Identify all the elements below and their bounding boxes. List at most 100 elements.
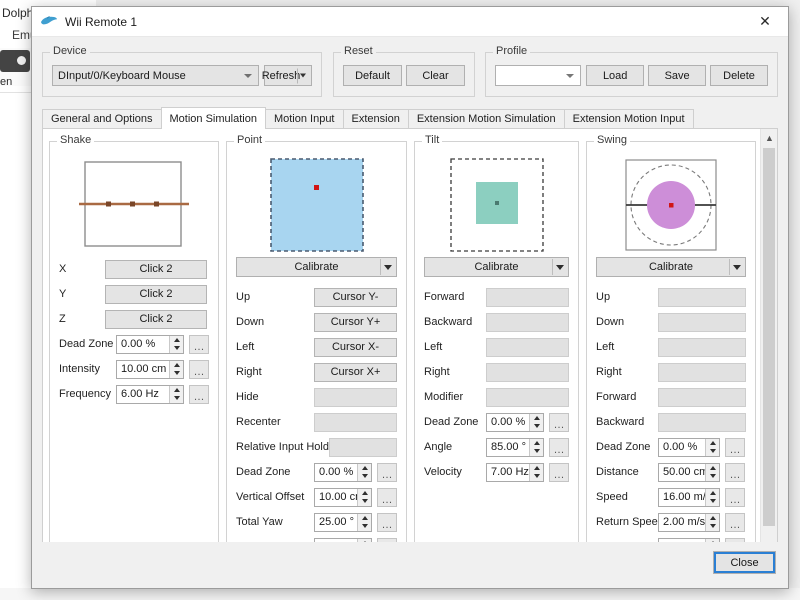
swing-calibrate-button[interactable]: Calibrate — [596, 257, 746, 277]
swing-forward-input[interactable] — [658, 387, 746, 407]
swing-left-input[interactable] — [658, 337, 746, 357]
tilt-right-input[interactable] — [486, 362, 569, 382]
point-total-yaw-more-button[interactable]: … — [377, 512, 397, 532]
dialog-titlebar[interactable]: Wii Remote 1 ✕ — [32, 7, 788, 37]
tilt-left-input[interactable] — [486, 337, 569, 357]
tab-extension-motion-simulation[interactable]: Extension Motion Simulation — [407, 109, 565, 128]
spinner-arrows-icon[interactable] — [529, 463, 543, 481]
tilt-velocity-more-button[interactable]: … — [549, 462, 569, 482]
swing-distance-spinner[interactable]: 50.00 cm — [658, 462, 720, 482]
close-button[interactable]: Close — [713, 551, 776, 574]
swing-return-speed-spinner[interactable]: 2.00 m/s — [658, 512, 720, 532]
chevron-down-icon[interactable] — [380, 259, 395, 275]
swing-distance-more-button[interactable]: … — [725, 462, 745, 482]
point-dead-zone-more-button[interactable]: … — [377, 462, 397, 482]
save-profile-button[interactable]: Save — [648, 65, 707, 86]
swing-dead-zone-more-button[interactable]: … — [725, 437, 745, 457]
spinner-arrows-icon[interactable] — [357, 463, 371, 481]
spinner-arrows-icon[interactable] — [705, 488, 719, 506]
point-calibrate-button[interactable]: Calibrate — [236, 257, 397, 277]
tilt-modifier-input[interactable] — [486, 387, 569, 407]
swing-backward-input[interactable] — [658, 412, 746, 432]
tab-motion-simulation[interactable]: Motion Simulation — [160, 107, 266, 129]
tab-extension-motion-input[interactable]: Extension Motion Input — [563, 109, 694, 128]
point-up-button[interactable]: Cursor Y- — [314, 287, 397, 307]
shake-y-button[interactable]: Click 2 — [105, 284, 207, 304]
tilt-visualizer[interactable] — [424, 153, 569, 257]
spinner-arrows-icon[interactable] — [529, 438, 543, 456]
point-recenter-input[interactable] — [314, 412, 397, 432]
point-dead-zone-spinner[interactable]: 0.00 % — [314, 462, 372, 482]
point-total-yaw-spinner[interactable]: 25.00 ° — [314, 512, 372, 532]
shake-dead-zone-more-button[interactable]: … — [189, 334, 209, 354]
swing-dead-zone-spinner[interactable]: 0.00 % — [658, 437, 720, 457]
spinner-arrows-icon[interactable] — [705, 513, 719, 531]
spinner-arrows-icon[interactable] — [169, 335, 183, 353]
background-toolbar-open-icon[interactable] — [0, 50, 30, 72]
shake-frequency-more-button[interactable]: … — [189, 384, 209, 404]
clear-button[interactable]: Clear — [406, 65, 465, 86]
tilt-calibrate-label: Calibrate — [474, 261, 519, 273]
shake-x-button[interactable]: Click 2 — [105, 259, 207, 279]
spinner-arrows-icon[interactable] — [529, 413, 543, 431]
delete-profile-button[interactable]: Delete — [710, 65, 768, 86]
point-left-button[interactable]: Cursor X- — [314, 337, 397, 357]
shake-visualizer[interactable] — [59, 153, 209, 257]
shake-frequency-spinner[interactable]: 6.00 Hz — [116, 384, 184, 404]
swing-up-input[interactable] — [658, 287, 746, 307]
spinner-arrows-icon[interactable] — [357, 488, 371, 506]
tilt-angle-spinner[interactable]: 85.00 ° — [486, 437, 544, 457]
tilt-angle-value: 85.00 ° — [491, 441, 526, 453]
load-profile-button[interactable]: Load — [586, 65, 645, 86]
tab-general-and-options[interactable]: General and Options — [42, 109, 162, 128]
swing-panel-label: Swing — [594, 134, 630, 146]
vertical-scrollbar[interactable]: ▲ ▼ — [760, 129, 777, 568]
swing-visualizer[interactable] — [596, 153, 746, 257]
tab-motion-input[interactable]: Motion Input — [264, 109, 344, 128]
tilt-forward-input[interactable] — [486, 287, 569, 307]
spinner-arrows-icon[interactable] — [169, 360, 183, 378]
refresh-dropdown-icon[interactable] — [297, 68, 308, 83]
spinner-arrows-icon[interactable] — [705, 463, 719, 481]
default-button[interactable]: Default — [343, 65, 402, 86]
shake-intensity-more-button[interactable]: … — [189, 359, 209, 379]
scrollbar-thumb[interactable] — [763, 148, 775, 526]
chevron-up-icon[interactable]: ▲ — [761, 129, 777, 146]
point-right-button[interactable]: Cursor X+ — [314, 362, 397, 382]
point-hide-input[interactable] — [314, 387, 397, 407]
tilt-dead-zone-more-button[interactable]: … — [549, 412, 569, 432]
swing-speed-more-button[interactable]: … — [725, 487, 745, 507]
spinner-arrows-icon[interactable] — [705, 438, 719, 456]
shake-z-button[interactable]: Click 2 — [105, 309, 207, 329]
point-down-button[interactable]: Cursor Y+ — [314, 312, 397, 332]
profile-select[interactable] — [495, 65, 582, 86]
swing-speed-spinner[interactable]: 16.00 m/s — [658, 487, 720, 507]
spinner-arrows-icon[interactable] — [357, 513, 371, 531]
chevron-down-icon[interactable] — [729, 259, 744, 275]
tilt-velocity-spinner[interactable]: 7.00 Hz — [486, 462, 544, 482]
point-vertical-offset-spinner[interactable]: 10.00 cm — [314, 487, 372, 507]
swing-right-input[interactable] — [658, 362, 746, 382]
point-vertical-offset-more-button[interactable]: … — [377, 487, 397, 507]
swing-down-input[interactable] — [658, 312, 746, 332]
refresh-button[interactable]: Refresh — [262, 65, 312, 86]
device-select[interactable]: DInput/0/Keyboard Mouse — [52, 65, 259, 86]
tilt-dead-zone-spinner[interactable]: 0.00 % — [486, 412, 544, 432]
chevron-down-icon[interactable] — [552, 259, 567, 275]
tilt-dead-zone-label: Dead Zone — [424, 416, 479, 428]
swing-row-backward: Backward — [596, 410, 746, 434]
tilt-angle-more-button[interactable]: … — [549, 437, 569, 457]
swing-return-speed-more-button[interactable]: … — [725, 512, 745, 532]
tilt-backward-input[interactable] — [486, 312, 569, 332]
tab-extension[interactable]: Extension — [342, 109, 409, 128]
point-relative-input-hold-input[interactable] — [329, 437, 397, 457]
tilt-calibrate-button[interactable]: Calibrate — [424, 257, 569, 277]
point-total-yaw-label: Total Yaw — [236, 516, 283, 528]
close-icon[interactable]: ✕ — [742, 7, 788, 36]
spinner-arrows-icon[interactable] — [169, 385, 183, 403]
shake-dead-zone-spinner[interactable]: 0.00 % — [116, 334, 184, 354]
shake-intensity-value: 10.00 cm — [121, 363, 167, 375]
point-calibrate-label: Calibrate — [294, 261, 339, 273]
point-visualizer[interactable] — [236, 153, 397, 257]
shake-intensity-spinner[interactable]: 10.00 cm — [116, 359, 184, 379]
